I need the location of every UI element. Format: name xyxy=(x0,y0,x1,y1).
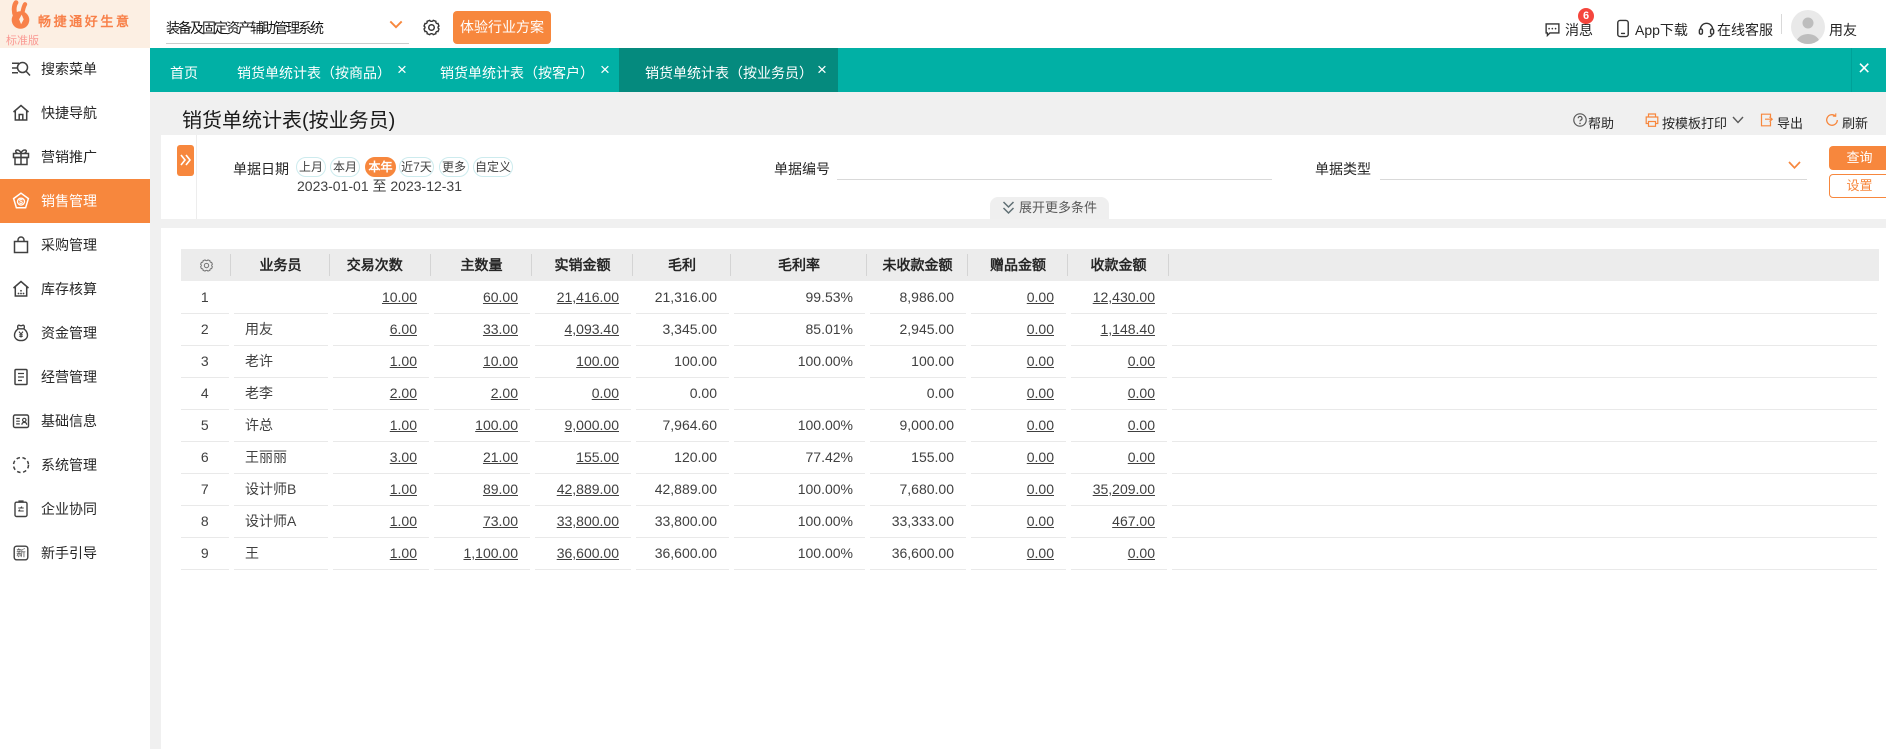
svg-text:$: $ xyxy=(19,199,23,206)
svg-text:新: 新 xyxy=(16,547,26,559)
